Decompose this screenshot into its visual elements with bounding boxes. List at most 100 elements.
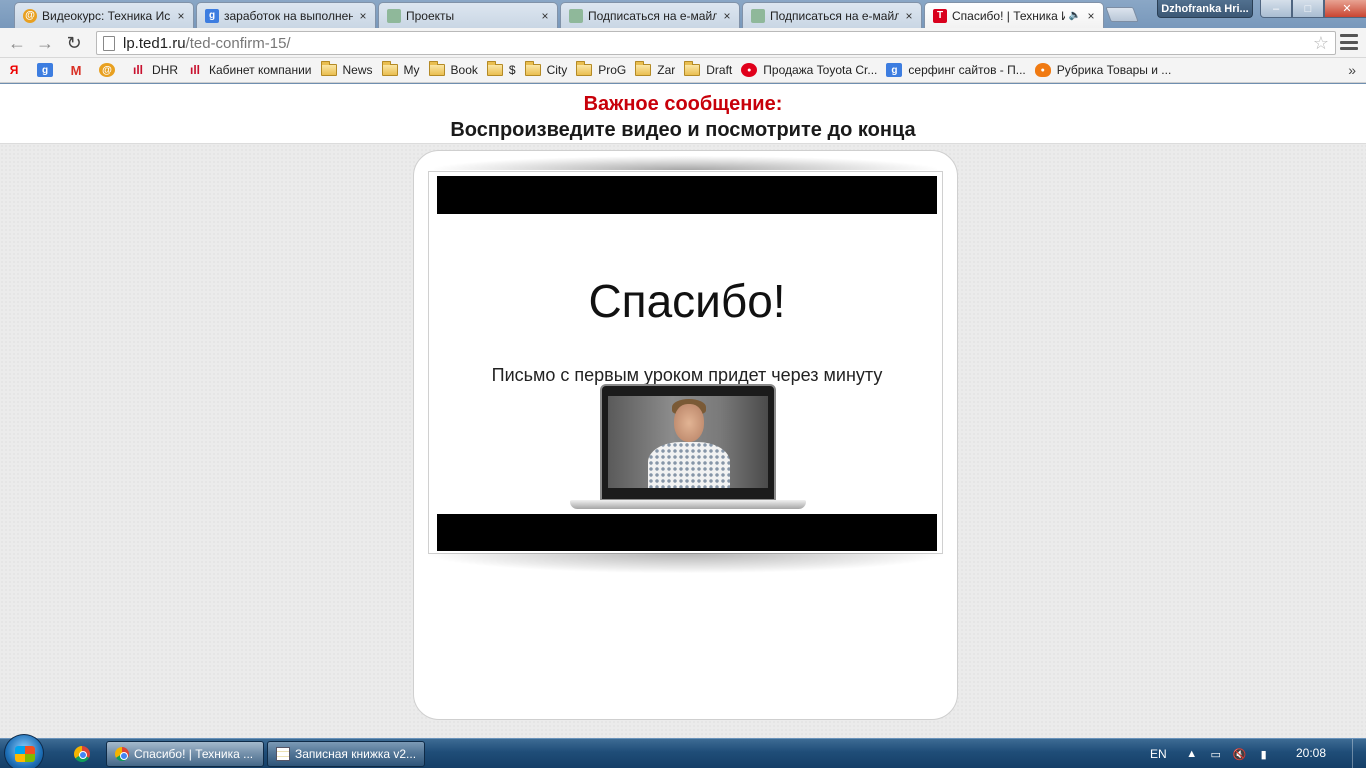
folder-icon: [320, 61, 337, 76]
important-message-title: Важное сообщение:: [583, 93, 783, 115]
dots-favicon-icon: [751, 8, 765, 23]
tray-expand-icon[interactable]: ▲: [1185, 748, 1199, 760]
bookmark-google[interactable]: g: [37, 63, 59, 77]
minimize-button[interactable]: –: [1260, 0, 1292, 18]
google-icon: g: [205, 8, 219, 23]
tab-close-icon[interactable]: ×: [721, 9, 733, 23]
speaker-icon: 🔈: [1068, 10, 1081, 21]
show-desktop-button[interactable]: [1352, 739, 1366, 768]
folder-icon: [381, 61, 398, 76]
volume-muted-icon[interactable]: 🔇: [1233, 748, 1247, 761]
folder-icon: [684, 61, 701, 76]
tab-title: Подписаться на e-майл: [770, 8, 899, 23]
bookmark-folder-city[interactable]: City: [524, 61, 568, 77]
letterbox-top: [437, 176, 937, 214]
window-controls: – □ ✕: [1260, 0, 1366, 18]
tab-close-icon[interactable]: ×: [175, 9, 187, 23]
bookmark-star-icon[interactable]: ☆: [1313, 33, 1329, 54]
tab-close-icon[interactable]: ×: [1085, 9, 1097, 23]
bookmark-kabinet[interactable]: ıll Кабинет компании: [187, 63, 312, 77]
bookmark-folder-dollar[interactable]: $: [486, 61, 516, 77]
instruction-subtitle: Воспроизведите видео и посмотрите до кон…: [450, 119, 916, 141]
bookmarks-bar: Я g M @ ıll DHR ıll Кабинет компании New…: [0, 58, 1366, 83]
back-button[interactable]: ←: [6, 32, 28, 54]
laptop-image: [570, 384, 806, 512]
bookmark-surfing[interactable]: g серфинг сайтов - П...: [886, 63, 1026, 77]
bookmark-toyota[interactable]: ● Продажа Toyota Cr...: [741, 63, 877, 77]
tab-close-icon[interactable]: ×: [539, 9, 551, 23]
folder-icon: [428, 61, 445, 76]
tab-title: Проекты: [406, 8, 455, 23]
taskbar-clock[interactable]: 20:08: [1296, 746, 1326, 760]
bookmark-folder-zar[interactable]: Zar: [635, 61, 675, 77]
bookmark-folder-news[interactable]: News: [320, 61, 373, 77]
taskbar-item-chrome[interactable]: Спасибо! | Техника ...: [106, 741, 264, 767]
bookmark-dhr[interactable]: ıll DHR: [130, 63, 178, 77]
system-tray: EN ▲ ▭ 🔇 ▮: [1150, 739, 1281, 768]
bookmark-label: City: [546, 63, 568, 77]
bookmark-folder-book[interactable]: Book: [428, 61, 478, 77]
bookmark-yandex[interactable]: Я: [6, 63, 28, 77]
bookmark-gmail[interactable]: M: [68, 63, 90, 78]
dots-favicon-icon: [569, 8, 583, 23]
tab-close-icon[interactable]: ×: [357, 9, 369, 23]
letterbox-bottom: [437, 514, 937, 551]
start-button[interactable]: [4, 734, 44, 768]
tab-projects[interactable]: Проекты ×: [378, 2, 558, 28]
folder-icon: [524, 61, 541, 76]
network-icon[interactable]: ▭: [1209, 748, 1223, 761]
bookmark-rubrika[interactable]: ● Рубрика Товары и ...: [1034, 63, 1172, 77]
close-window-button[interactable]: ✕: [1324, 0, 1366, 18]
video-card: Спасибо! Письмо с первым уроком придет ч…: [413, 150, 958, 720]
bookmark-label: Продажа Toyota Cr...: [763, 63, 878, 77]
tab-subscribe-1[interactable]: Подписаться на e-майл ×: [560, 2, 740, 28]
video-frame: Спасибо! Письмо с первым уроком придет ч…: [428, 171, 943, 554]
language-indicator[interactable]: EN: [1150, 747, 1167, 761]
page-content: Важное сообщение: Воспроизведите видео и…: [0, 84, 1366, 738]
chrome-menu-button[interactable]: [1340, 34, 1358, 50]
taskbar-item-label: Записная книжка v2...: [295, 747, 417, 761]
maximize-button[interactable]: □: [1292, 0, 1324, 18]
google-icon: g: [886, 63, 903, 77]
tab-close-icon[interactable]: ×: [903, 9, 915, 23]
tab-title: Спасибо! | Техника И: [952, 8, 1065, 23]
pinned-chrome[interactable]: [66, 742, 98, 766]
bookmarks-overflow-icon[interactable]: »: [1348, 62, 1356, 78]
reload-button[interactable]: ↻: [63, 32, 85, 54]
bookmark-label: DHR: [152, 63, 178, 77]
tab-spasibo-active[interactable]: T Спасибо! | Техника И 🔈 ×: [924, 2, 1104, 28]
bookmark-folder-prog[interactable]: ProG: [576, 61, 627, 77]
bookmark-folder-draft[interactable]: Draft: [684, 61, 732, 77]
taskbar-item-notepad[interactable]: Записная книжка v2...: [267, 741, 425, 767]
folder-icon: [635, 61, 652, 76]
orange-circle-icon: @: [99, 63, 115, 77]
new-tab-button[interactable]: [1105, 7, 1139, 22]
url-path: /ted-confirm-15/: [185, 34, 291, 52]
bookmark-label: My: [403, 63, 420, 77]
red-bars-icon: ıll: [189, 63, 200, 77]
video-thanks-text: Спасибо!: [588, 275, 786, 327]
presenter-video: [608, 396, 768, 488]
video-player[interactable]: Спасибо! Письмо с первым уроком придет ч…: [437, 176, 937, 551]
tab-subscribe-2[interactable]: Подписаться на e-майл ×: [742, 2, 922, 28]
forward-button[interactable]: →: [34, 32, 56, 54]
profile-badge[interactable]: Dzhofranka Hri...: [1157, 0, 1253, 18]
chrome-icon: [115, 747, 129, 761]
bookmark-label: Book: [450, 63, 478, 77]
windows-taskbar: Спасибо! | Техника ... Записная книжка v…: [0, 734, 1366, 768]
google-icon: g: [37, 63, 53, 77]
folder-icon: [486, 61, 503, 76]
bookmark-mail[interactable]: @: [99, 63, 121, 77]
video-letter-text: Письмо с первым уроком придет через мину…: [491, 365, 883, 385]
bookmark-label: ProG: [598, 63, 627, 77]
bookmark-label: Рубрика Товары и ...: [1056, 63, 1172, 77]
tab-zarabotok[interactable]: g заработок на выполнен ×: [196, 2, 376, 28]
bookmark-folder-my[interactable]: My: [381, 61, 420, 77]
yandex-icon: Я: [9, 63, 19, 77]
dots-favicon-icon: [387, 8, 401, 23]
address-bar[interactable]: lp.ted1.ru/ted-confirm-15/ ☆: [96, 31, 1336, 55]
tab-title: Подписаться на e-майл: [588, 8, 717, 23]
power-icon[interactable]: ▮: [1257, 748, 1271, 761]
red-bars-icon: ıll: [132, 63, 143, 77]
tab-videocourse[interactable]: @ Видеокурс: Техника Ис ×: [14, 2, 194, 28]
